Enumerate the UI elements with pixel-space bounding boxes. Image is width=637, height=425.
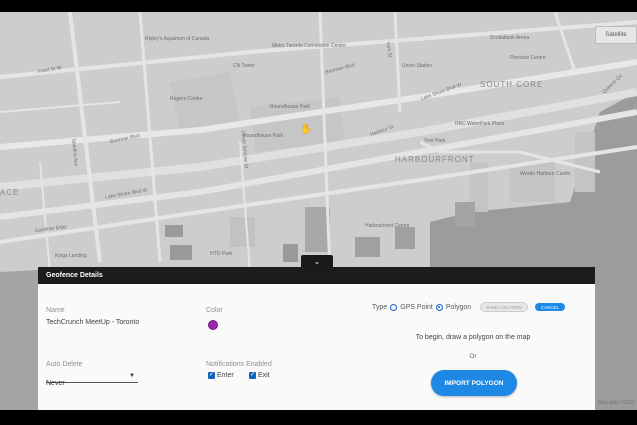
panel-title: Geofence Details: [38, 267, 595, 284]
radio-gps-point[interactable]: [390, 303, 398, 311]
enter-checkbox[interactable]: ✓ Enter: [208, 372, 234, 379]
draw-hint: To begin, draw a polygon on the map: [415, 334, 531, 341]
building: [305, 207, 330, 252]
exit-label: Exit: [258, 372, 270, 379]
place-label: Ripley's Aquarium of Canada: [145, 36, 210, 42]
hand-cursor-icon: ✋: [300, 124, 313, 135]
pier: [575, 132, 595, 192]
type-label: Type: [372, 303, 388, 311]
building: [283, 244, 298, 262]
building: [170, 245, 192, 260]
chevron-down-icon: ⌄: [313, 256, 321, 266]
district-label: ACE: [0, 188, 20, 197]
place-label: Harbourfront Centre: [365, 223, 410, 229]
polygon-label: Polygon: [445, 303, 472, 311]
name-label: Name: [46, 307, 65, 314]
or-divider: Or: [469, 353, 477, 360]
exit-checkbox[interactable]: ✓ Exit: [249, 372, 270, 379]
place-label: York Park: [424, 138, 446, 144]
district-label: HARBOURFRONT: [395, 155, 475, 164]
checkmark-icon: ✓: [249, 372, 256, 379]
place-label: Pinnacle Centre: [510, 55, 546, 61]
app-frame: SOUTH CORE HARBOURFRONT ACE Front St W B…: [0, 12, 637, 410]
place-label: CN Tower: [233, 63, 255, 69]
cancel-button[interactable]: CANCEL: [534, 303, 566, 311]
enter-label: Enter: [217, 372, 234, 379]
auto-delete-value: Never: [46, 380, 65, 387]
color-label: Color: [206, 307, 223, 314]
water-west: [0, 270, 40, 410]
name-field[interactable]: TechCrunch MeetUp - Toronto: [46, 319, 139, 326]
geofence-details-panel: Geofence Details Name TechCrunch MeetUp …: [38, 267, 595, 410]
type-selector: Type GPS Point Polygon SAVE LOCATION CAN…: [372, 302, 566, 312]
district-label: SOUTH CORE: [480, 80, 544, 89]
save-location-button[interactable]: SAVE LOCATION: [480, 302, 528, 312]
import-polygon-button[interactable]: IMPORT POLYGON: [431, 370, 517, 396]
gps-point-label: GPS Point: [400, 303, 433, 311]
place-label: Westin Harbour Castle: [520, 171, 571, 177]
street-label: Spadina Ave: [70, 138, 79, 167]
checkmark-icon: ✓: [208, 372, 215, 379]
building: [355, 237, 380, 257]
pier: [510, 162, 555, 202]
building: [395, 227, 415, 249]
place-label: Roundhouse Park: [270, 104, 311, 110]
notifications-label: Notifications Enabled: [206, 361, 272, 368]
auto-delete-label: Auto Delete: [46, 361, 83, 368]
building: [230, 217, 255, 247]
building: [455, 202, 475, 227]
panel-toggle-button[interactable]: ⌄: [301, 255, 333, 267]
map-type-button[interactable]: Satellite: [595, 26, 637, 44]
place-label: RBC WaterPark Place: [455, 121, 505, 127]
dropdown-arrow-icon: ▼: [129, 373, 135, 379]
radio-polygon[interactable]: [435, 303, 443, 311]
place-label: Metro Toronto Convention Centre: [272, 43, 346, 49]
place-label: Rogers Centre: [170, 96, 203, 102]
building: [165, 225, 183, 237]
place-label: HTO Park: [210, 251, 233, 257]
color-picker[interactable]: [208, 320, 218, 330]
auto-delete-select[interactable]: Never ▼: [46, 372, 138, 387]
place-label: Scotiabank Arena: [490, 35, 530, 41]
place-label: Roundhouse Park: [243, 133, 284, 139]
map-copyright: Map data ©2018: [597, 400, 635, 406]
place-label: Union Station: [402, 63, 433, 69]
place-label: Kings Landing: [55, 253, 87, 259]
